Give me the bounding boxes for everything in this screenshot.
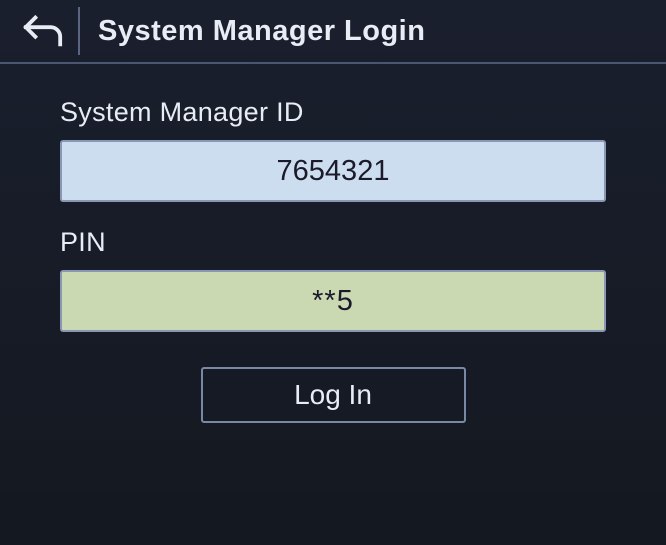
login-button[interactable]: Log In <box>201 367 466 423</box>
login-button-label: Log In <box>294 379 372 411</box>
page-title: System Manager Login <box>98 15 425 48</box>
login-form: System Manager ID 7654321 PIN **5 Log In <box>0 62 666 423</box>
back-button[interactable] <box>15 6 70 56</box>
pin-group: PIN **5 <box>60 227 606 332</box>
pin-label: PIN <box>60 227 606 258</box>
pin-input[interactable]: **5 <box>60 270 606 332</box>
header-underline <box>0 62 666 64</box>
manager-id-value: 7654321 <box>277 155 390 188</box>
back-arrow-icon <box>22 13 64 49</box>
manager-id-input[interactable]: 7654321 <box>60 140 606 202</box>
header-divider <box>78 7 80 55</box>
manager-id-label: System Manager ID <box>60 97 606 128</box>
pin-value: **5 <box>312 285 354 318</box>
manager-id-group: System Manager ID 7654321 <box>60 97 606 202</box>
header: System Manager Login <box>0 0 666 62</box>
